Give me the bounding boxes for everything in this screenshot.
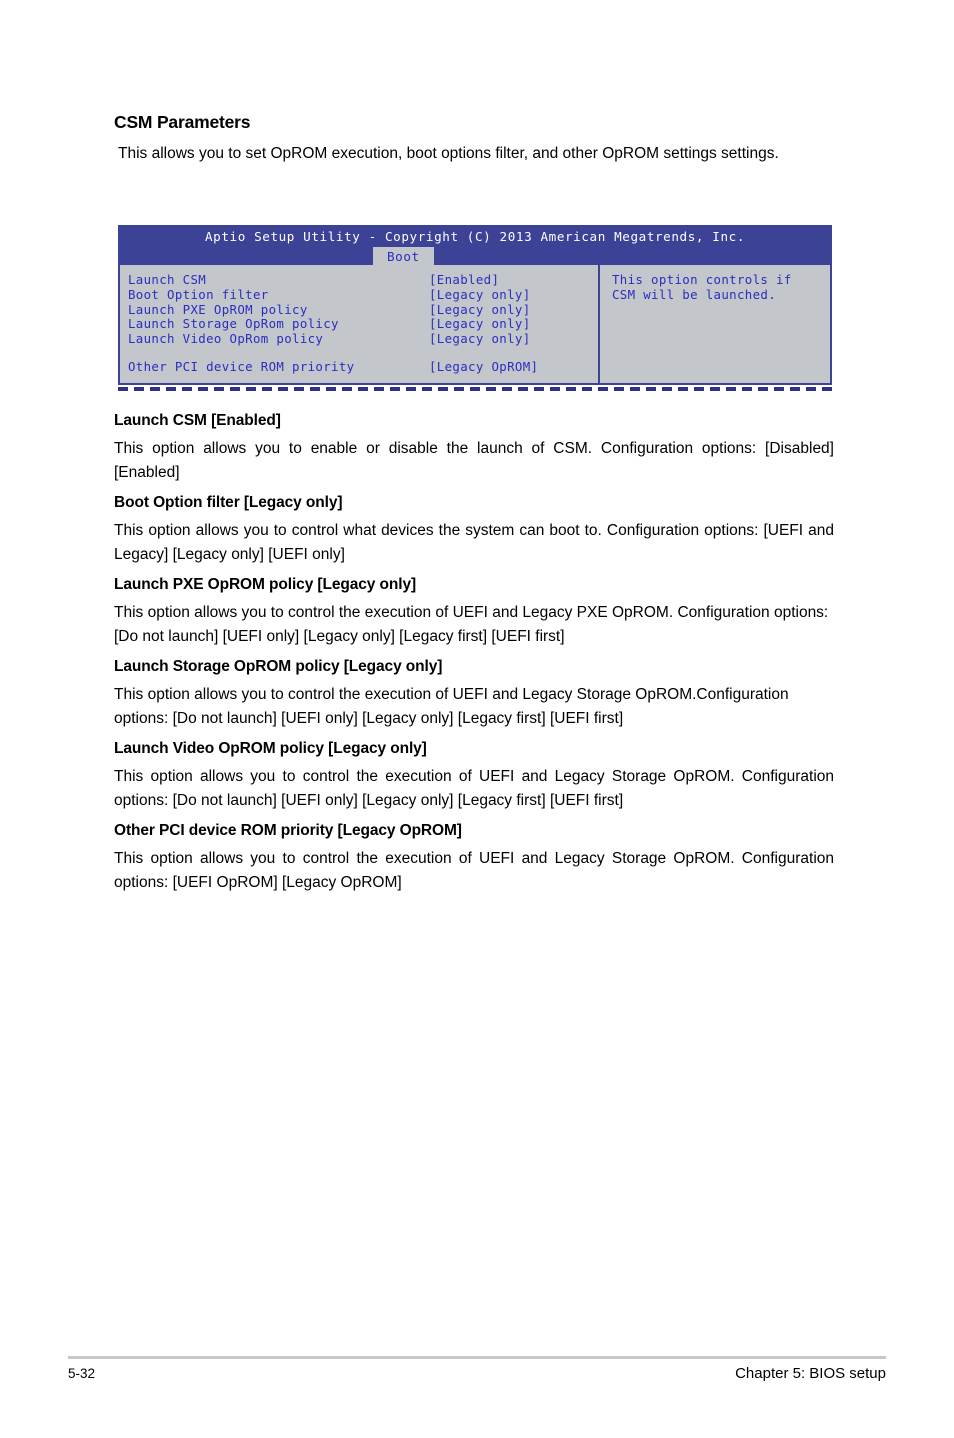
setting-heading: Launch Storage OpROM policy [Legacy only… [114, 658, 443, 675]
setting-heading: Other PCI device ROM priority [Legacy Op… [114, 822, 462, 839]
setting-value[interactable]: [Legacy only] [429, 317, 531, 332]
help-text-line-2: CSM will be launched. [612, 286, 777, 302]
setting-label: Launch Storage OpRom policy [128, 316, 339, 332]
document-content: CSM Parameters This allows you to set Op… [114, 112, 834, 175]
bios-bottom-dashed-border [118, 387, 832, 391]
bios-setting-row[interactable]: Boot Option filter [Legacy only] [128, 286, 598, 303]
bios-body: Launch CSM [Enabled] Boot Option filter … [118, 265, 832, 385]
setting-body: This option allows you to control the ex… [114, 850, 834, 891]
settings-descriptions: Launch CSM [Enabled] This option allows … [114, 412, 834, 904]
page: CSM Parameters This allows you to set Op… [0, 0, 954, 1438]
bios-header: Aptio Setup Utility - Copyright (C) 2013… [118, 225, 832, 267]
footer-divider [68, 1356, 886, 1359]
bios-setting-row[interactable]: Launch PXE OpROM policy [Legacy only] [128, 301, 598, 318]
bios-setting-row[interactable]: Launch CSM [Enabled] [128, 272, 598, 288]
setting-description-block: Other PCI device ROM priority [Legacy Op… [114, 822, 834, 894]
page-title: CSM Parameters [114, 112, 251, 132]
help-text-line-1: This option controls if [612, 272, 792, 287]
footer-chapter-label: Chapter 5: BIOS setup [735, 1365, 886, 1382]
setting-heading: Launch PXE OpROM policy [Legacy only] [114, 576, 417, 593]
setting-description-block: Launch CSM [Enabled] This option allows … [114, 412, 834, 484]
bios-title: Aptio Setup Utility - Copyright (C) 2013… [204, 229, 746, 244]
page-number: 5-32 [68, 1366, 96, 1381]
setting-value[interactable]: [Legacy OpROM] [429, 359, 538, 375]
bios-setting-row[interactable]: Launch Video OpRom policy [Legacy only] [128, 331, 598, 347]
setting-body: This option allows you to control the ex… [114, 768, 834, 809]
setting-body: This option allows you to control the ex… [114, 686, 789, 727]
setting-label: Launch PXE OpROM policy [128, 301, 308, 317]
bios-help-panel: This option controls if CSM will be laun… [600, 265, 830, 383]
setting-description-block: Launch Video OpROM policy [Legacy only] … [114, 740, 834, 812]
bios-settings-list: Launch CSM [Enabled] Boot Option filter … [120, 265, 598, 383]
bios-setting-row[interactable]: Other PCI device ROM priority [Legacy Op… [128, 358, 598, 375]
setting-heading: Launch Video OpROM policy [Legacy only] [114, 740, 427, 757]
intro-paragraph: This allows you to set OpROM execution, … [118, 145, 779, 162]
setting-label: Other PCI device ROM priority [128, 358, 355, 374]
setting-heading: Boot Option filter [Legacy only] [114, 494, 343, 511]
setting-value[interactable]: [Legacy only] [429, 287, 531, 303]
setting-heading: Launch CSM [Enabled] [114, 412, 281, 429]
setting-description-block: Launch Storage OpROM policy [Legacy only… [114, 658, 834, 730]
setting-value[interactable]: [Enabled] [429, 272, 499, 288]
setting-label: Boot Option filter [128, 286, 269, 302]
setting-body: This option allows you to enable or disa… [114, 440, 834, 481]
setting-description-block: Boot Option filter [Legacy only] This op… [114, 494, 834, 566]
setting-value[interactable]: [Legacy only] [429, 331, 531, 347]
setting-label: Launch Video OpRom policy [128, 331, 324, 347]
setting-value[interactable]: [Legacy only] [429, 302, 531, 318]
setting-body: This option allows you to control what d… [114, 522, 834, 563]
setting-label: Launch CSM [128, 272, 207, 287]
bios-setting-row[interactable]: Launch Storage OpRom policy [Legacy only… [128, 317, 598, 332]
tab-boot[interactable]: Boot [373, 247, 434, 267]
setting-body: This option allows you to control the ex… [114, 604, 829, 645]
setting-description-block: Launch PXE OpROM policy [Legacy only] Th… [114, 576, 834, 648]
bios-screenshot: Aptio Setup Utility - Copyright (C) 2013… [118, 225, 832, 391]
